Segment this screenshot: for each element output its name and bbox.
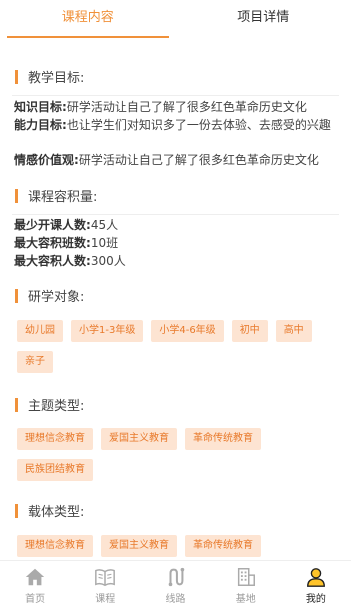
section-marker bbox=[15, 188, 18, 203]
section-title: 载体类型: bbox=[28, 505, 85, 520]
row-value: 10班 bbox=[90, 236, 119, 250]
tag: 亲子 bbox=[17, 351, 53, 373]
section-header-theme: 主题类型: bbox=[15, 395, 84, 414]
divider bbox=[12, 214, 339, 215]
section-header-goals: 教学目标: bbox=[15, 67, 84, 86]
row-label: 情感价值观: bbox=[14, 153, 79, 167]
tab-project-details[interactable]: 项目详情 bbox=[176, 0, 351, 40]
tag: 小学1-3年级 bbox=[71, 320, 144, 342]
emotion-goal: 情感价值观:研学活动让自己了解了很多红色革命历史文化 bbox=[14, 152, 337, 170]
row-label: 最少开课人数: bbox=[14, 218, 91, 232]
tag: 幼儿园 bbox=[17, 320, 63, 342]
nav-label: 我的 bbox=[305, 594, 326, 605]
nav-label: 线路 bbox=[165, 594, 186, 605]
section-marker bbox=[15, 69, 18, 84]
max-classes: 最大容积班数:10班 bbox=[14, 235, 337, 253]
row-value: 也让学生们对知识多了一份去体验、去感受的兴趣 bbox=[66, 118, 331, 132]
section-marker bbox=[15, 503, 18, 518]
tag: 革命传统教育 bbox=[185, 535, 261, 557]
nav-course[interactable]: 课程 bbox=[70, 561, 140, 610]
nav-label: 基地 bbox=[235, 594, 256, 605]
nav-base[interactable]: 基地 bbox=[211, 561, 281, 610]
ability-goal: 能力目标:也让学生们对知识多了一份去体验、去感受的兴趣 bbox=[14, 117, 337, 135]
section-marker bbox=[15, 288, 18, 303]
nav-label: 首页 bbox=[25, 594, 46, 605]
book-icon bbox=[95, 569, 116, 587]
section-title: 教学目标: bbox=[28, 71, 85, 86]
tab-course-content[interactable]: 课程内容 bbox=[0, 0, 176, 40]
section-marker bbox=[15, 397, 18, 412]
tag: 理想信念教育 bbox=[17, 535, 93, 557]
row-label: 最大容积人数: bbox=[14, 254, 91, 268]
row-value: 300人 bbox=[90, 254, 126, 268]
audience-tags: 幼儿园 小学1-3年级 小学4-6年级 初中 高中 亲子 bbox=[17, 320, 341, 382]
theme-tags: 理想信念教育 爱国主义教育 革命传统教育 民族团结教育 bbox=[17, 428, 341, 490]
tag: 小学4-6年级 bbox=[151, 320, 224, 342]
nav-route[interactable]: 线路 bbox=[140, 561, 210, 610]
divider bbox=[12, 95, 339, 96]
max-people: 最大容积人数:300人 bbox=[14, 253, 337, 271]
tab-bar: 课程内容 项目详情 bbox=[0, 0, 351, 40]
section-header-carrier: 载体类型: bbox=[15, 501, 84, 520]
tag: 民族团结教育 bbox=[17, 459, 93, 481]
section-header-audience: 研学对象: bbox=[15, 286, 84, 305]
section-title: 研学对象: bbox=[28, 290, 85, 305]
row-value: 45人 bbox=[90, 218, 119, 232]
section-title: 课程容积量: bbox=[28, 190, 98, 205]
row-value: 研学活动让自己了解了很多红色革命历史文化 bbox=[78, 153, 319, 167]
row-label: 知识目标: bbox=[14, 100, 67, 114]
carrier-tags: 理想信念教育 爱国主义教育 革命传统教育 bbox=[17, 535, 341, 560]
nav-label: 课程 bbox=[95, 594, 116, 605]
tag: 革命传统教育 bbox=[185, 428, 261, 450]
section-header-capacity: 课程容积量: bbox=[15, 186, 97, 205]
nav-home[interactable]: 首页 bbox=[0, 561, 70, 610]
tag: 初中 bbox=[231, 320, 268, 342]
route-icon bbox=[168, 567, 184, 587]
row-label: 最大容积班数: bbox=[14, 236, 91, 250]
section-title: 主题类型: bbox=[28, 399, 85, 414]
knowledge-goal: 知识目标:研学活动让自己了解了很多红色革命历史文化 bbox=[14, 99, 337, 117]
nav-mine[interactable]: 我的 bbox=[281, 561, 351, 610]
tag: 爱国主义教育 bbox=[101, 535, 177, 557]
building-icon bbox=[237, 568, 255, 586]
home-icon bbox=[25, 568, 45, 586]
row-value: 研学活动让自己了解了很多红色革命历史文化 bbox=[66, 100, 307, 114]
user-icon bbox=[306, 568, 325, 587]
tag: 高中 bbox=[275, 320, 312, 342]
tag: 理想信念教育 bbox=[17, 428, 93, 450]
tag: 爱国主义教育 bbox=[101, 428, 177, 450]
row-label: 能力目标: bbox=[14, 118, 67, 132]
min-class-size: 最少开课人数:45人 bbox=[14, 217, 337, 235]
bottom-navigation: 首页 课程 线路 基地 我的 bbox=[0, 560, 351, 610]
course-content-panel: 教学目标: 知识目标:研学活动让自己了解了很多红色革命历史文化 能力目标:也让学… bbox=[0, 40, 351, 560]
